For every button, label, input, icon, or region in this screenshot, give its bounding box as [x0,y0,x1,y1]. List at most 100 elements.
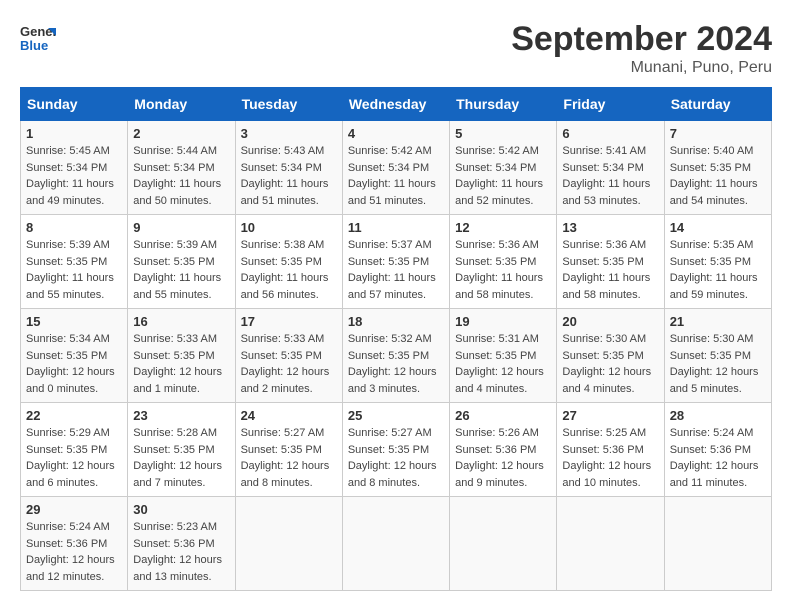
day-number: 21 [670,314,766,329]
day-info: Sunrise: 5:36 AM Sunset: 5:35 PM Dayligh… [455,237,551,303]
col-monday: Monday [128,88,235,121]
day-info: Sunrise: 5:45 AM Sunset: 5:34 PM Dayligh… [26,143,122,209]
day-info: Sunrise: 5:24 AM Sunset: 5:36 PM Dayligh… [26,519,122,585]
calendar-cell [557,497,664,591]
calendar-cell: 24 Sunrise: 5:27 AM Sunset: 5:35 PM Dayl… [235,403,342,497]
calendar-cell: 8 Sunrise: 5:39 AM Sunset: 5:35 PM Dayli… [21,215,128,309]
day-number: 14 [670,220,766,235]
day-info: Sunrise: 5:43 AM Sunset: 5:34 PM Dayligh… [241,143,337,209]
day-number: 4 [348,126,444,141]
calendar-cell: 20 Sunrise: 5:30 AM Sunset: 5:35 PM Dayl… [557,309,664,403]
day-number: 10 [241,220,337,235]
location: Munani, Puno, Peru [511,59,772,77]
day-number: 11 [348,220,444,235]
calendar-cell: 22 Sunrise: 5:29 AM Sunset: 5:35 PM Dayl… [21,403,128,497]
day-info: Sunrise: 5:33 AM Sunset: 5:35 PM Dayligh… [133,331,229,397]
day-info: Sunrise: 5:40 AM Sunset: 5:35 PM Dayligh… [670,143,766,209]
day-number: 16 [133,314,229,329]
day-info: Sunrise: 5:31 AM Sunset: 5:35 PM Dayligh… [455,331,551,397]
calendar-cell: 11 Sunrise: 5:37 AM Sunset: 5:35 PM Dayl… [342,215,449,309]
title-area: September 2024 Munani, Puno, Peru [511,20,772,77]
calendar-cell: 5 Sunrise: 5:42 AM Sunset: 5:34 PM Dayli… [450,121,557,215]
day-number: 28 [670,408,766,423]
day-info: Sunrise: 5:32 AM Sunset: 5:35 PM Dayligh… [348,331,444,397]
day-info: Sunrise: 5:23 AM Sunset: 5:36 PM Dayligh… [133,519,229,585]
day-info: Sunrise: 5:42 AM Sunset: 5:34 PM Dayligh… [455,143,551,209]
day-number: 27 [562,408,658,423]
calendar-cell: 12 Sunrise: 5:36 AM Sunset: 5:35 PM Dayl… [450,215,557,309]
day-info: Sunrise: 5:34 AM Sunset: 5:35 PM Dayligh… [26,331,122,397]
day-info: Sunrise: 5:44 AM Sunset: 5:34 PM Dayligh… [133,143,229,209]
calendar-cell: 9 Sunrise: 5:39 AM Sunset: 5:35 PM Dayli… [128,215,235,309]
calendar-cell: 6 Sunrise: 5:41 AM Sunset: 5:34 PM Dayli… [557,121,664,215]
col-wednesday: Wednesday [342,88,449,121]
day-info: Sunrise: 5:25 AM Sunset: 5:36 PM Dayligh… [562,425,658,491]
calendar-cell [235,497,342,591]
calendar-header-row: Sunday Monday Tuesday Wednesday Thursday… [21,88,772,121]
calendar-cell: 16 Sunrise: 5:33 AM Sunset: 5:35 PM Dayl… [128,309,235,403]
logo-icon: General Blue [20,20,56,56]
month-title: September 2024 [511,20,772,59]
day-number: 23 [133,408,229,423]
day-info: Sunrise: 5:27 AM Sunset: 5:35 PM Dayligh… [241,425,337,491]
day-number: 30 [133,502,229,517]
day-number: 26 [455,408,551,423]
calendar-cell: 25 Sunrise: 5:27 AM Sunset: 5:35 PM Dayl… [342,403,449,497]
calendar-cell [664,497,771,591]
calendar-cell: 14 Sunrise: 5:35 AM Sunset: 5:35 PM Dayl… [664,215,771,309]
day-number: 18 [348,314,444,329]
day-number: 17 [241,314,337,329]
day-info: Sunrise: 5:27 AM Sunset: 5:35 PM Dayligh… [348,425,444,491]
day-number: 15 [26,314,122,329]
calendar-cell: 26 Sunrise: 5:26 AM Sunset: 5:36 PM Dayl… [450,403,557,497]
calendar-cell: 19 Sunrise: 5:31 AM Sunset: 5:35 PM Dayl… [450,309,557,403]
col-friday: Friday [557,88,664,121]
svg-text:Blue: Blue [20,38,48,53]
day-number: 1 [26,126,122,141]
day-number: 6 [562,126,658,141]
day-number: 8 [26,220,122,235]
calendar-cell: 27 Sunrise: 5:25 AM Sunset: 5:36 PM Dayl… [557,403,664,497]
calendar-cell: 3 Sunrise: 5:43 AM Sunset: 5:34 PM Dayli… [235,121,342,215]
calendar-cell: 13 Sunrise: 5:36 AM Sunset: 5:35 PM Dayl… [557,215,664,309]
day-number: 9 [133,220,229,235]
day-number: 13 [562,220,658,235]
day-info: Sunrise: 5:30 AM Sunset: 5:35 PM Dayligh… [670,331,766,397]
day-number: 20 [562,314,658,329]
day-info: Sunrise: 5:35 AM Sunset: 5:35 PM Dayligh… [670,237,766,303]
day-number: 2 [133,126,229,141]
calendar-cell: 28 Sunrise: 5:24 AM Sunset: 5:36 PM Dayl… [664,403,771,497]
col-thursday: Thursday [450,88,557,121]
day-info: Sunrise: 5:38 AM Sunset: 5:35 PM Dayligh… [241,237,337,303]
day-info: Sunrise: 5:29 AM Sunset: 5:35 PM Dayligh… [26,425,122,491]
day-number: 12 [455,220,551,235]
calendar-week-row: 8 Sunrise: 5:39 AM Sunset: 5:35 PM Dayli… [21,215,772,309]
day-info: Sunrise: 5:24 AM Sunset: 5:36 PM Dayligh… [670,425,766,491]
calendar-cell: 21 Sunrise: 5:30 AM Sunset: 5:35 PM Dayl… [664,309,771,403]
svg-text:General: General [20,24,56,39]
calendar-week-row: 29 Sunrise: 5:24 AM Sunset: 5:36 PM Dayl… [21,497,772,591]
logo: General Blue [20,20,62,56]
calendar-cell: 30 Sunrise: 5:23 AM Sunset: 5:36 PM Dayl… [128,497,235,591]
calendar-cell: 7 Sunrise: 5:40 AM Sunset: 5:35 PM Dayli… [664,121,771,215]
calendar-cell: 18 Sunrise: 5:32 AM Sunset: 5:35 PM Dayl… [342,309,449,403]
day-number: 7 [670,126,766,141]
day-number: 3 [241,126,337,141]
day-info: Sunrise: 5:37 AM Sunset: 5:35 PM Dayligh… [348,237,444,303]
calendar-cell: 4 Sunrise: 5:42 AM Sunset: 5:34 PM Dayli… [342,121,449,215]
calendar-week-row: 1 Sunrise: 5:45 AM Sunset: 5:34 PM Dayli… [21,121,772,215]
calendar-cell: 2 Sunrise: 5:44 AM Sunset: 5:34 PM Dayli… [128,121,235,215]
calendar-cell: 29 Sunrise: 5:24 AM Sunset: 5:36 PM Dayl… [21,497,128,591]
day-info: Sunrise: 5:36 AM Sunset: 5:35 PM Dayligh… [562,237,658,303]
calendar-week-row: 22 Sunrise: 5:29 AM Sunset: 5:35 PM Dayl… [21,403,772,497]
col-saturday: Saturday [664,88,771,121]
col-sunday: Sunday [21,88,128,121]
day-number: 5 [455,126,551,141]
day-info: Sunrise: 5:42 AM Sunset: 5:34 PM Dayligh… [348,143,444,209]
day-number: 24 [241,408,337,423]
calendar-cell: 17 Sunrise: 5:33 AM Sunset: 5:35 PM Dayl… [235,309,342,403]
day-number: 19 [455,314,551,329]
day-info: Sunrise: 5:41 AM Sunset: 5:34 PM Dayligh… [562,143,658,209]
day-number: 25 [348,408,444,423]
col-tuesday: Tuesday [235,88,342,121]
